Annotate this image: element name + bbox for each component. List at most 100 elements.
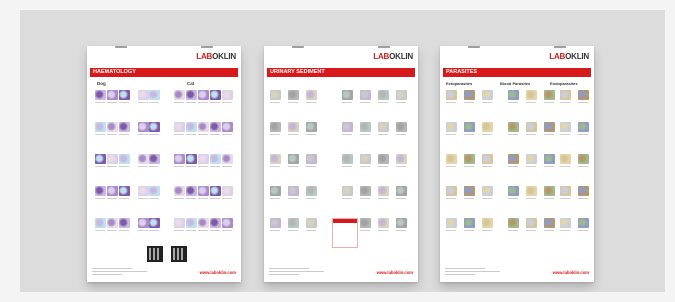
specimen-thumbnail (210, 90, 221, 100)
specimen-thumbnail (174, 186, 185, 196)
thumbnail-caption (119, 134, 129, 135)
thumbnail-caption (95, 166, 105, 167)
specimen-thumbnail (446, 218, 457, 228)
poster-haematology: LABOKLIN HAEMATOLOGY Dog Cat www.labokli… (87, 46, 241, 282)
specimen-thumbnail (578, 154, 589, 164)
specimen-thumbnail (508, 90, 519, 100)
specimen-thumbnail (149, 218, 160, 228)
specimen-thumbnail (360, 90, 371, 100)
thumbnail-caption (107, 102, 117, 103)
thumbnail-caption (222, 102, 232, 103)
specimen-thumbnail (198, 122, 209, 132)
thumbnail-caption (119, 166, 129, 167)
section-heading-blood-parasites: Blood Parasites (500, 81, 531, 86)
specimen-thumbnail (560, 90, 571, 100)
thumbnail-caption (396, 134, 406, 135)
specimen-thumbnail (222, 90, 233, 100)
specimen-thumbnail (526, 186, 537, 196)
thumbnail-caption (508, 198, 518, 199)
thumbnail-caption (107, 134, 117, 135)
thumbnail-caption (482, 230, 492, 231)
specimen-thumbnail (95, 90, 106, 100)
specimen-thumbnail (526, 154, 537, 164)
specimen-thumbnail (396, 154, 407, 164)
specimen-thumbnail (95, 154, 106, 164)
specimen-thumbnail (149, 122, 160, 132)
specimen-thumbnail (306, 154, 317, 164)
thumbnail-caption (544, 134, 554, 135)
specimen-thumbnail (198, 154, 209, 164)
thumbnail-caption (95, 134, 105, 135)
specimen-thumbnail (149, 186, 160, 196)
thumbnail-caption (222, 198, 232, 199)
specimen-thumbnail (446, 154, 457, 164)
thumbnail-caption (138, 134, 148, 135)
thumbnail-caption (138, 102, 148, 103)
specimen-thumbnail (288, 90, 299, 100)
specimen-thumbnail (464, 218, 475, 228)
specimen-thumbnail (396, 90, 407, 100)
specimen-thumbnail (119, 154, 130, 164)
thumbnail-caption (544, 166, 554, 167)
specimen-thumbnail (342, 122, 353, 132)
laboklin-logo: LABOKLIN (549, 52, 589, 61)
specimen-thumbnail (508, 154, 519, 164)
specimen-thumbnail (464, 154, 475, 164)
specimen-thumbnail (378, 90, 389, 100)
specimen-thumbnail (270, 90, 281, 100)
thumbnail-caption (396, 166, 406, 167)
thumbnail-caption (288, 198, 298, 199)
specimen-thumbnail (560, 154, 571, 164)
specimen-thumbnail (270, 218, 281, 228)
thumbnail-caption (446, 230, 456, 231)
thumbnail-caption (198, 102, 208, 103)
specimen-thumbnail (482, 218, 493, 228)
specimen-thumbnail (270, 122, 281, 132)
thumbnail-caption (174, 134, 184, 135)
specimen-thumbnail (119, 218, 130, 228)
specimen-thumbnail (560, 186, 571, 196)
thumbnail-caption (138, 166, 148, 167)
thumbnail-caption (270, 102, 280, 103)
thumbnail-caption (342, 198, 352, 199)
thumbnail-caption (360, 198, 370, 199)
thumbnail-caption (270, 134, 280, 135)
laboklin-logo: LABOKLIN (196, 52, 236, 61)
thumbnail-caption (378, 134, 388, 135)
specimen-thumbnail (186, 90, 197, 100)
specimen-thumbnail (544, 122, 555, 132)
specimen-thumbnail (342, 90, 353, 100)
thumbnail-caption (95, 230, 105, 231)
thumbnail-caption (560, 166, 570, 167)
thumbnail-caption (149, 166, 159, 167)
specimen-thumbnail (396, 122, 407, 132)
specimen-thumbnail (222, 186, 233, 196)
thumbnail-caption (526, 198, 536, 199)
specimen-thumbnail (378, 218, 389, 228)
thumbnail-caption (482, 134, 492, 135)
specimen-thumbnail (464, 90, 475, 100)
thumbnail-caption (174, 198, 184, 199)
info-box (332, 218, 358, 248)
thumbnail-caption (526, 102, 536, 103)
thumbnail-caption (578, 134, 588, 135)
specimen-thumbnail (508, 186, 519, 196)
thumbnail-caption (306, 198, 316, 199)
specimen-thumbnail (288, 218, 299, 228)
thumbnail-caption (186, 166, 196, 167)
specimen-thumbnail (288, 154, 299, 164)
poster-parasites: LABOKLIN PARASITES Ectoparasites Blood P… (440, 46, 594, 282)
thumbnail-caption (95, 198, 105, 199)
thumbnail-caption (210, 166, 220, 167)
specimen-thumbnail (446, 90, 457, 100)
thumbnail-caption (446, 198, 456, 199)
thumbnail-caption (342, 134, 352, 135)
thumbnail-caption (396, 102, 406, 103)
thumbnail-caption (210, 134, 220, 135)
section-heading-ectoparasites: Ectoparasites (446, 81, 473, 86)
specimen-thumbnail (119, 186, 130, 196)
specimen-thumbnail (149, 90, 160, 100)
footer-info (445, 266, 505, 276)
specimen-thumbnail (508, 122, 519, 132)
specimen-thumbnail (186, 186, 197, 196)
